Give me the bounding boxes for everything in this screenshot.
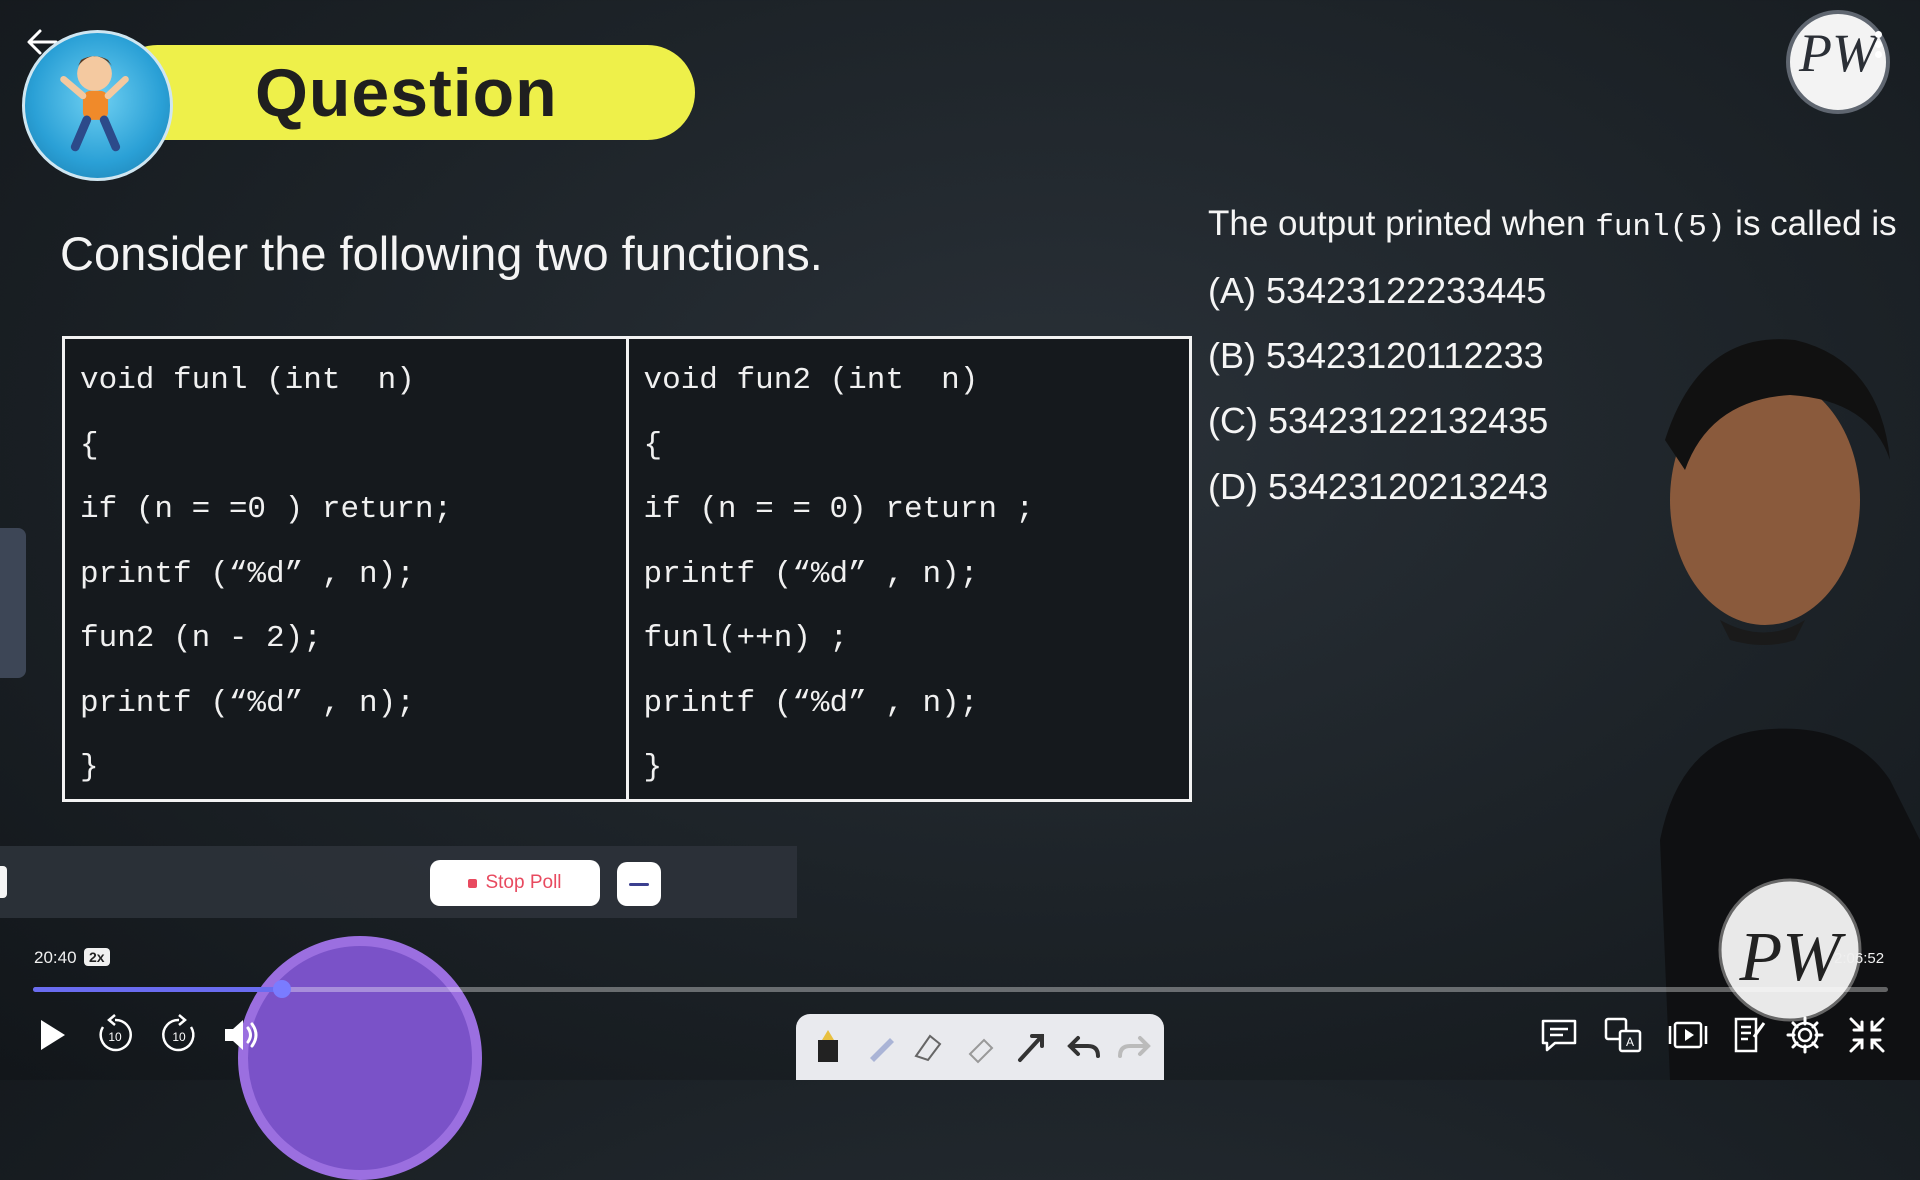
volume-icon xyxy=(225,1020,258,1050)
page-title: Question xyxy=(255,55,558,131)
playlist-icon xyxy=(1668,1021,1708,1049)
minus-icon xyxy=(629,882,649,886)
rewind-label: 10 xyxy=(108,1030,122,1044)
forward-10-button[interactable]: 10 xyxy=(156,1012,202,1058)
chat-button[interactable] xyxy=(1536,1012,1582,1058)
minimize-poll-button[interactable] xyxy=(617,862,661,906)
eraser-icon[interactable] xyxy=(962,1026,1002,1066)
presenter-logo-text: PW xyxy=(1738,919,1846,996)
progress-track[interactable] xyxy=(33,987,1888,992)
code-line: printf (“%d” , n); xyxy=(80,556,415,592)
rewind-10-button[interactable]: 10 xyxy=(92,1012,138,1058)
code-line: fun2 (n - 2); xyxy=(80,621,322,656)
question-intro: Consider the following two functions. xyxy=(60,227,823,280)
fun2-code: void fun2 (int n) { if (n = = 0) return … xyxy=(625,339,1190,799)
mascot-icon xyxy=(60,56,129,152)
question-prompt: The output printed when funl(5) is calle… xyxy=(1208,204,1897,245)
code-line: } xyxy=(643,750,663,785)
volume-button[interactable] xyxy=(218,1012,264,1058)
option-c: (C) 53423122132435 xyxy=(1208,400,1549,441)
more-options-button[interactable] xyxy=(1872,28,1884,64)
play-button[interactable] xyxy=(28,1012,74,1058)
notes-button[interactable] xyxy=(1725,1012,1771,1058)
pointer-icon[interactable] xyxy=(1012,1026,1052,1066)
code-line: { xyxy=(80,427,99,463)
stop-poll-label: Stop Poll xyxy=(485,872,562,893)
mascot-avatar xyxy=(22,30,173,181)
current-time: 20:40 xyxy=(34,948,77,967)
code-line: printf (“%d” , n); xyxy=(643,685,979,721)
code-line: void fun2 (int n) xyxy=(643,363,979,398)
undo-icon[interactable] xyxy=(1064,1026,1104,1066)
code-line: printf (“%d” , n); xyxy=(643,556,979,592)
option-b: (B) 53423120112233 xyxy=(1208,335,1544,376)
playlist-button[interactable] xyxy=(1665,1012,1711,1058)
prompt-code: funl(5) xyxy=(1595,210,1726,245)
progress-fill xyxy=(33,987,282,992)
playback-speed-button[interactable]: 2x xyxy=(84,948,110,966)
marker-icon[interactable] xyxy=(808,1026,848,1066)
notes-icon xyxy=(1734,1017,1766,1053)
chat-icon xyxy=(1541,1019,1577,1052)
stop-icon xyxy=(468,878,478,888)
gear-decoration-icon xyxy=(238,936,482,1180)
prompt-text: The output printed when xyxy=(1208,204,1596,243)
translate-button[interactable]: A xyxy=(1600,1012,1646,1058)
rewind-10-icon: 10 xyxy=(99,1014,132,1052)
play-icon xyxy=(41,1020,65,1050)
code-line: if (n = =0 ) return; xyxy=(80,492,453,527)
more-vertical-icon xyxy=(1874,31,1882,38)
side-panel-tab[interactable] xyxy=(0,528,26,678)
translate-icon: A xyxy=(1604,1017,1642,1053)
poll-handle[interactable] xyxy=(0,866,7,898)
code-line: if (n = = 0) return ; xyxy=(643,492,1035,527)
code-table: void funl (int n) { if (n = =0 ) return;… xyxy=(62,336,1192,802)
settings-button[interactable] xyxy=(1782,1012,1828,1058)
total-time: 2:06:52 xyxy=(1834,950,1885,967)
stop-poll-button[interactable]: Stop Poll xyxy=(430,860,600,906)
highlighter-icon[interactable] xyxy=(908,1026,948,1066)
code-line: } xyxy=(80,750,99,785)
svg-text:A: A xyxy=(1626,1035,1634,1049)
settings-icon xyxy=(1786,1016,1824,1054)
progress-knob[interactable] xyxy=(273,980,291,998)
code-line: printf (“%d” , n); xyxy=(80,685,415,721)
prompt-text-end: is called is xyxy=(1725,204,1897,243)
drawing-toolbar xyxy=(796,1014,1164,1080)
code-line: void funl (int n) xyxy=(80,363,415,398)
option-a: (A) 53423122233445 xyxy=(1208,270,1547,311)
code-line: { xyxy=(643,427,663,463)
code-line: funl(++n) ; xyxy=(643,621,849,656)
forward-label: 10 xyxy=(172,1030,186,1044)
poll-bar xyxy=(0,846,797,918)
exit-fullscreen-button[interactable] xyxy=(1844,1012,1890,1058)
redo-icon[interactable] xyxy=(1114,1026,1154,1066)
forward-10-icon: 10 xyxy=(162,1014,195,1052)
fun1-code: void funl (int n) { if (n = =0 ) return;… xyxy=(65,339,626,799)
exit-fullscreen-icon xyxy=(1849,1017,1885,1053)
option-d: (D) 53423120213243 xyxy=(1208,466,1549,507)
pen-icon[interactable] xyxy=(862,1026,902,1066)
